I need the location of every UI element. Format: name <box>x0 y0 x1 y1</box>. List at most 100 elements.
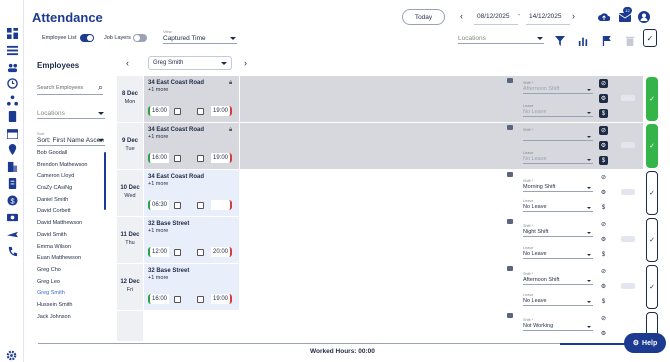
shift-card[interactable]: 32 Base Street +1 more 16:00 19:00 <box>144 264 239 310</box>
start-checkbox[interactable] <box>174 108 181 115</box>
dollar-icon[interactable]: $ <box>599 109 608 118</box>
phone-icon[interactable] <box>6 245 18 257</box>
comment-icon[interactable] <box>507 313 513 318</box>
start-time[interactable]: 16:00 <box>148 106 169 116</box>
approve-status-open[interactable]: ✓ <box>646 171 658 215</box>
dollar-icon[interactable]: $ <box>599 156 608 165</box>
start-checkbox[interactable] <box>174 249 181 256</box>
date-to-input[interactable]: 14/12/2025 <box>526 9 570 25</box>
settings-icon[interactable]: ⚙ <box>599 188 608 197</box>
comment-icon[interactable] <box>507 266 513 271</box>
comment-icon[interactable] <box>507 78 513 83</box>
building-icon[interactable] <box>6 160 18 172</box>
shift-more-link[interactable]: +1 more <box>148 181 168 187</box>
employee-search-input[interactable]: Search Employees ⌕ <box>37 82 103 95</box>
dollar-icon[interactable]: $ <box>6 194 18 206</box>
settings-icon[interactable]: ⚙ <box>599 329 608 338</box>
leave-select[interactable]: Leave No Leave <box>523 151 593 164</box>
leave-select[interactable]: Leave No Leave <box>523 293 593 306</box>
calendar-icon[interactable] <box>6 127 18 139</box>
help-button[interactable]: ⚙ Help <box>624 333 666 353</box>
employee-item[interactable]: Greg Leo <box>37 279 107 291</box>
sort-select[interactable]: Sort Sort: First Name Ascen <box>37 131 105 146</box>
money-icon[interactable] <box>6 211 18 223</box>
start-time[interactable]: 16:00 <box>148 153 169 163</box>
end-checkbox[interactable] <box>197 296 204 303</box>
shift-card[interactable]: 32 Base Street +1 more 12:00 20:00 <box>144 217 239 263</box>
employee-item[interactable]: Greg Cho <box>37 267 107 279</box>
dashboard-icon[interactable] <box>6 27 18 39</box>
org-chart-icon[interactable] <box>6 94 18 106</box>
start-checkbox[interactable] <box>174 155 181 162</box>
flag-icon[interactable] <box>602 33 612 46</box>
shift-more-link[interactable]: +1 more <box>148 275 168 281</box>
clock-off-icon[interactable]: ⊘ <box>599 126 608 135</box>
start-checkbox[interactable] <box>174 296 181 303</box>
clock-icon[interactable] <box>6 77 18 89</box>
clock-off-icon[interactable]: ⊘ <box>599 220 608 229</box>
dollar-icon[interactable]: $ <box>599 297 608 306</box>
employee-item[interactable]: Bob Goodall <box>37 150 107 162</box>
employee-list-toggle[interactable] <box>80 34 94 42</box>
settings-icon[interactable]: ⚙ <box>599 94 608 103</box>
bar-chart-icon[interactable] <box>578 33 588 46</box>
end-time[interactable]: 19:00 <box>211 294 232 304</box>
shift-select[interactable]: Shift * <box>523 128 593 141</box>
start-checkbox[interactable] <box>174 202 181 209</box>
locations-select[interactable]: Locations <box>458 35 544 44</box>
employee-locations-select[interactable]: Locations <box>37 110 105 119</box>
shift-select[interactable]: Shift * Morning Shift <box>523 179 593 192</box>
today-button[interactable]: Today <box>402 9 445 25</box>
settings-gear-icon[interactable] <box>6 348 17 361</box>
end-checkbox[interactable] <box>197 249 204 256</box>
clock-off-icon[interactable]: ⊘ <box>599 267 608 276</box>
shift-card[interactable]: 34 East Coast Road +1 more 🔒︎ 16:00 19:0… <box>144 76 239 122</box>
plane-icon[interactable] <box>6 228 18 240</box>
employee-list-scrollbar[interactable] <box>104 152 106 210</box>
comment-icon[interactable] <box>507 219 513 224</box>
clock-off-icon[interactable]: ⊘ <box>599 79 608 88</box>
employee-item[interactable]: Cameron Lloyd <box>37 173 107 185</box>
shift-select[interactable]: Shift * Afternoon Shift <box>523 272 593 285</box>
employee-item[interactable]: David Matthewson <box>37 220 107 232</box>
employee-item[interactable]: Emma Wilson <box>37 244 107 256</box>
employee-item[interactable]: Hussein Smith <box>37 302 107 314</box>
list-icon[interactable] <box>6 44 18 56</box>
clock-off-icon[interactable]: ⊘ <box>599 173 608 182</box>
prev-employee-chevron-icon[interactable]: ‹ <box>126 58 129 68</box>
end-time[interactable]: 20:00 <box>211 247 232 257</box>
end-checkbox[interactable] <box>197 202 204 209</box>
shift-more-link[interactable]: +1 more <box>148 228 168 234</box>
approve-status-done[interactable]: ✓ <box>646 124 658 168</box>
dollar-icon[interactable]: $ <box>599 203 608 212</box>
end-time[interactable]: 19:00 <box>211 153 232 163</box>
document-icon[interactable] <box>6 110 18 122</box>
shift-more-link[interactable]: +1 more <box>148 87 168 93</box>
leave-select[interactable]: Leave No Leave <box>523 246 593 259</box>
employee-item-selected[interactable]: Greg Smith <box>37 290 107 302</box>
shift-select[interactable]: Shift * Night Shift <box>523 224 593 237</box>
approve-status-open[interactable]: ✓ <box>646 218 658 262</box>
prev-week-chevron-icon[interactable]: ‹ <box>460 11 463 21</box>
approve-status-open[interactable]: ✓ <box>646 265 658 309</box>
start-time[interactable]: 12:00 <box>148 247 169 257</box>
filter-icon[interactable] <box>555 33 565 46</box>
settings-icon[interactable]: ⚙ <box>599 141 608 150</box>
next-employee-chevron-icon[interactable]: › <box>244 58 247 68</box>
start-time[interactable]: 16:00 <box>148 294 169 304</box>
job-layers-toggle[interactable] <box>133 34 147 42</box>
location-pin-icon[interactable] <box>6 143 18 155</box>
employee-item[interactable]: Jack Johnson <box>37 314 107 326</box>
end-time[interactable] <box>211 200 232 210</box>
next-week-chevron-icon[interactable]: › <box>572 11 575 21</box>
approve-all-check-button[interactable]: ✓ <box>643 29 657 47</box>
employee-picker-select[interactable]: Greg Smith <box>148 56 232 70</box>
report-icon[interactable] <box>6 177 18 189</box>
cloud-upload-icon[interactable] <box>598 10 611 22</box>
settings-icon[interactable]: ⚙ <box>599 235 608 244</box>
approve-status-done[interactable]: ✓ <box>646 77 658 121</box>
employee-item[interactable]: David Smith <box>37 232 107 244</box>
shift-card[interactable]: 34 East Coast Road +1 more 06:30 <box>144 170 239 216</box>
employee-item[interactable]: David Corbett <box>37 208 107 220</box>
view-select[interactable]: View Captured Time <box>163 29 237 44</box>
